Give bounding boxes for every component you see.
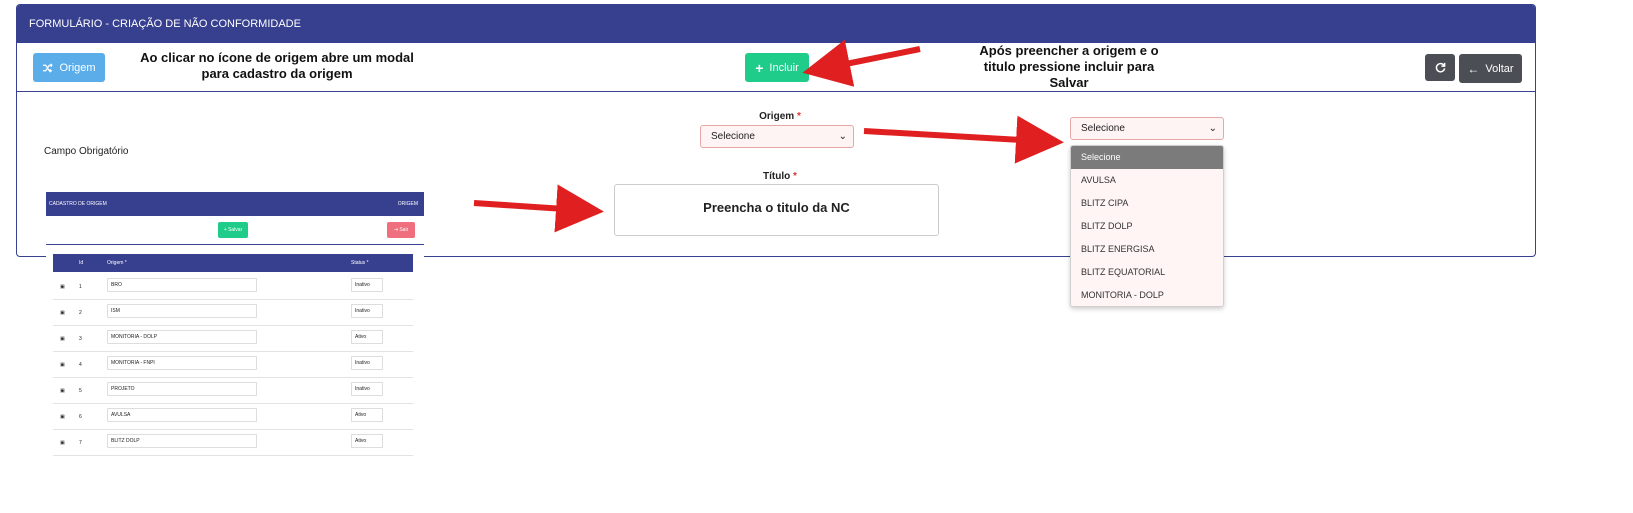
arrow-to-incluir xyxy=(802,39,921,87)
arrow-to-titulo xyxy=(473,184,604,233)
annotation-arrows xyxy=(473,39,1064,233)
arrow-to-dropdown xyxy=(863,115,1064,164)
